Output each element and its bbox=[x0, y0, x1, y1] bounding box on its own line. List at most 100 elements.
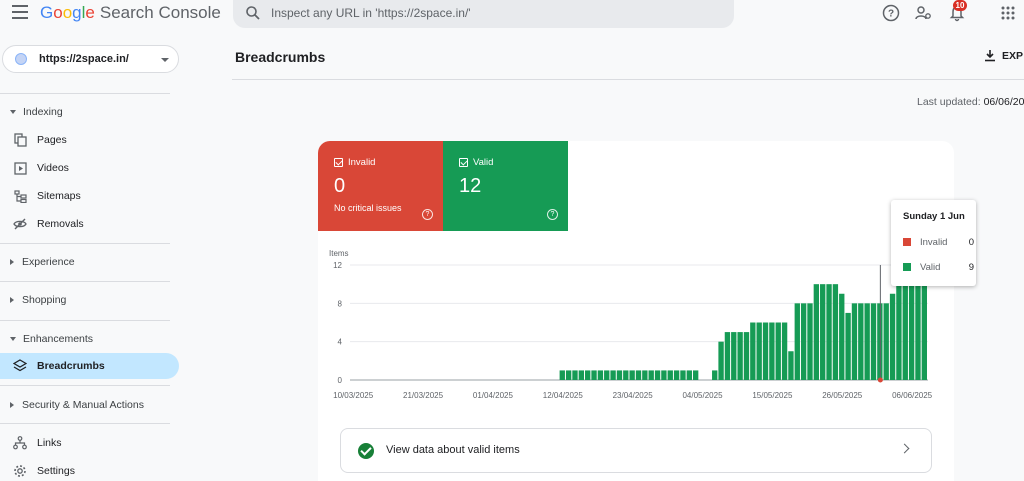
sidebar-divider bbox=[0, 281, 170, 282]
sidebar-item-pages[interactable]: Pages bbox=[0, 127, 179, 153]
chart-bar[interactable] bbox=[680, 370, 686, 380]
valid-tile[interactable]: Valid 12 ? bbox=[443, 141, 568, 231]
chart-bar[interactable] bbox=[858, 303, 864, 380]
chart-bar[interactable] bbox=[820, 284, 826, 380]
checkbox-icon bbox=[459, 158, 468, 167]
chart-bar[interactable] bbox=[800, 303, 807, 380]
url-inspection-search[interactable]: Inspect any URL in 'https://2space.in/' bbox=[233, 0, 734, 28]
chart-bar[interactable] bbox=[616, 370, 623, 380]
tooltip-series-value: 9 bbox=[968, 262, 974, 273]
export-button[interactable]: EXP bbox=[984, 49, 1023, 62]
sidebar-item-label: Removals bbox=[37, 218, 84, 230]
chart-bar[interactable] bbox=[585, 370, 591, 380]
sidebar-item-removals[interactable]: Removals bbox=[0, 211, 179, 237]
check-circle-icon bbox=[358, 443, 374, 459]
chart-bar[interactable] bbox=[908, 284, 915, 380]
chart-bar[interactable] bbox=[565, 370, 572, 380]
svg-text:?: ? bbox=[888, 9, 894, 20]
menu-icon[interactable] bbox=[12, 5, 28, 19]
sidebar-divider bbox=[0, 320, 170, 321]
chart-bar[interactable] bbox=[832, 284, 839, 380]
chart-bar[interactable] bbox=[743, 332, 750, 380]
section-experience[interactable]: Experience bbox=[10, 256, 75, 268]
search-input[interactable]: Inspect any URL in 'https://2space.in/' bbox=[271, 6, 471, 20]
chart-bar[interactable] bbox=[623, 370, 629, 380]
sidebar-item-links[interactable]: Links bbox=[0, 430, 179, 456]
chart-bar[interactable] bbox=[794, 303, 800, 380]
chart-bar[interactable] bbox=[591, 370, 597, 380]
chart-bar[interactable] bbox=[769, 322, 775, 381]
chart-bar[interactable] bbox=[750, 322, 756, 381]
chart-bar[interactable] bbox=[807, 303, 813, 380]
chart-bar[interactable] bbox=[661, 370, 667, 380]
layers-icon bbox=[13, 359, 27, 373]
chart-bar[interactable] bbox=[870, 303, 877, 380]
apps-grid-icon[interactable] bbox=[999, 4, 1017, 22]
chart-bar[interactable] bbox=[826, 284, 832, 380]
chart-bar[interactable] bbox=[889, 293, 896, 380]
chart-bar[interactable] bbox=[864, 303, 870, 380]
x-tick-label: 23/04/2025 bbox=[613, 391, 654, 400]
chart-bar[interactable] bbox=[813, 284, 820, 380]
section-security[interactable]: Security & Manual Actions bbox=[10, 399, 144, 411]
user-settings-icon[interactable] bbox=[914, 4, 932, 22]
chevron-right-icon bbox=[899, 443, 910, 454]
chart-bar[interactable] bbox=[712, 370, 718, 380]
chart-bar[interactable] bbox=[648, 370, 654, 380]
chart-bar[interactable] bbox=[559, 370, 565, 380]
chart-bar[interactable] bbox=[692, 370, 699, 380]
chart-bar[interactable] bbox=[635, 370, 642, 380]
section-indexing-label: Indexing bbox=[23, 106, 63, 118]
app-logo[interactable]: Google Search Console bbox=[40, 3, 221, 23]
sidebar-item-breadcrumbs[interactable]: Breadcrumbs bbox=[0, 353, 179, 379]
chart-bar[interactable] bbox=[902, 284, 908, 380]
section-shopping[interactable]: Shopping bbox=[10, 294, 66, 306]
chart-bar[interactable] bbox=[788, 351, 794, 380]
chart-bar[interactable] bbox=[667, 370, 673, 380]
chart-bar[interactable] bbox=[610, 370, 616, 380]
chart-bar[interactable] bbox=[642, 370, 648, 380]
chart-bar[interactable] bbox=[845, 312, 851, 380]
chart-bar[interactable] bbox=[578, 370, 585, 380]
view-valid-items-row[interactable]: View data about valid items bbox=[340, 428, 932, 473]
chart-bar[interactable] bbox=[756, 322, 762, 381]
sidebar-divider bbox=[0, 243, 170, 244]
chart-bar[interactable] bbox=[731, 332, 737, 380]
y-tick-label: 12 bbox=[333, 261, 342, 270]
chart-bar[interactable] bbox=[883, 303, 889, 380]
chart-bar[interactable] bbox=[851, 303, 858, 380]
chart-bar[interactable] bbox=[921, 284, 927, 380]
section-enhancements-label: Enhancements bbox=[23, 333, 94, 345]
property-selector[interactable]: https://2space.in/ bbox=[2, 45, 179, 73]
chart-bar[interactable] bbox=[915, 284, 921, 380]
chart-bar[interactable] bbox=[673, 370, 680, 380]
chart-bar[interactable] bbox=[597, 370, 604, 380]
chart-bar[interactable] bbox=[654, 370, 661, 380]
x-tick-label: 06/06/2025 bbox=[892, 391, 933, 400]
last-updated-value: 06/06/20 bbox=[983, 96, 1024, 108]
sidebar-divider bbox=[0, 385, 170, 386]
chart-bar[interactable] bbox=[604, 370, 610, 380]
chart-bar[interactable] bbox=[775, 322, 781, 381]
sidebar-item-settings[interactable]: Settings bbox=[0, 458, 179, 481]
chart-bar[interactable] bbox=[724, 332, 731, 380]
chart-bar[interactable] bbox=[781, 322, 788, 381]
legend-swatch bbox=[903, 263, 911, 271]
help-icon[interactable]: ? bbox=[547, 209, 558, 220]
chart-bar[interactable] bbox=[737, 332, 743, 380]
chart-bar[interactable] bbox=[686, 370, 692, 380]
invalid-tile[interactable]: Invalid 0 No critical issues ? bbox=[318, 141, 443, 231]
section-enhancements[interactable]: Enhancements bbox=[10, 333, 93, 345]
help-icon[interactable]: ? bbox=[422, 209, 433, 220]
sidebar-item-videos[interactable]: Videos bbox=[0, 155, 179, 181]
help-icon[interactable]: ? bbox=[882, 4, 900, 22]
chart-bar[interactable] bbox=[839, 293, 845, 380]
chart-bar[interactable] bbox=[762, 322, 769, 381]
sidebar-item-sitemaps[interactable]: Sitemaps bbox=[0, 183, 179, 209]
valid-items-chart[interactable]: Items 0 4 8 12 10/03/2025 21/03/2025 01/04/2025… bbox=[318, 243, 954, 403]
chart-bar[interactable] bbox=[629, 370, 635, 380]
chart-bar[interactable] bbox=[572, 370, 578, 380]
chart-bar[interactable] bbox=[718, 341, 724, 380]
section-indexing[interactable]: Indexing bbox=[10, 106, 63, 118]
invalid-label: Invalid bbox=[348, 157, 376, 168]
